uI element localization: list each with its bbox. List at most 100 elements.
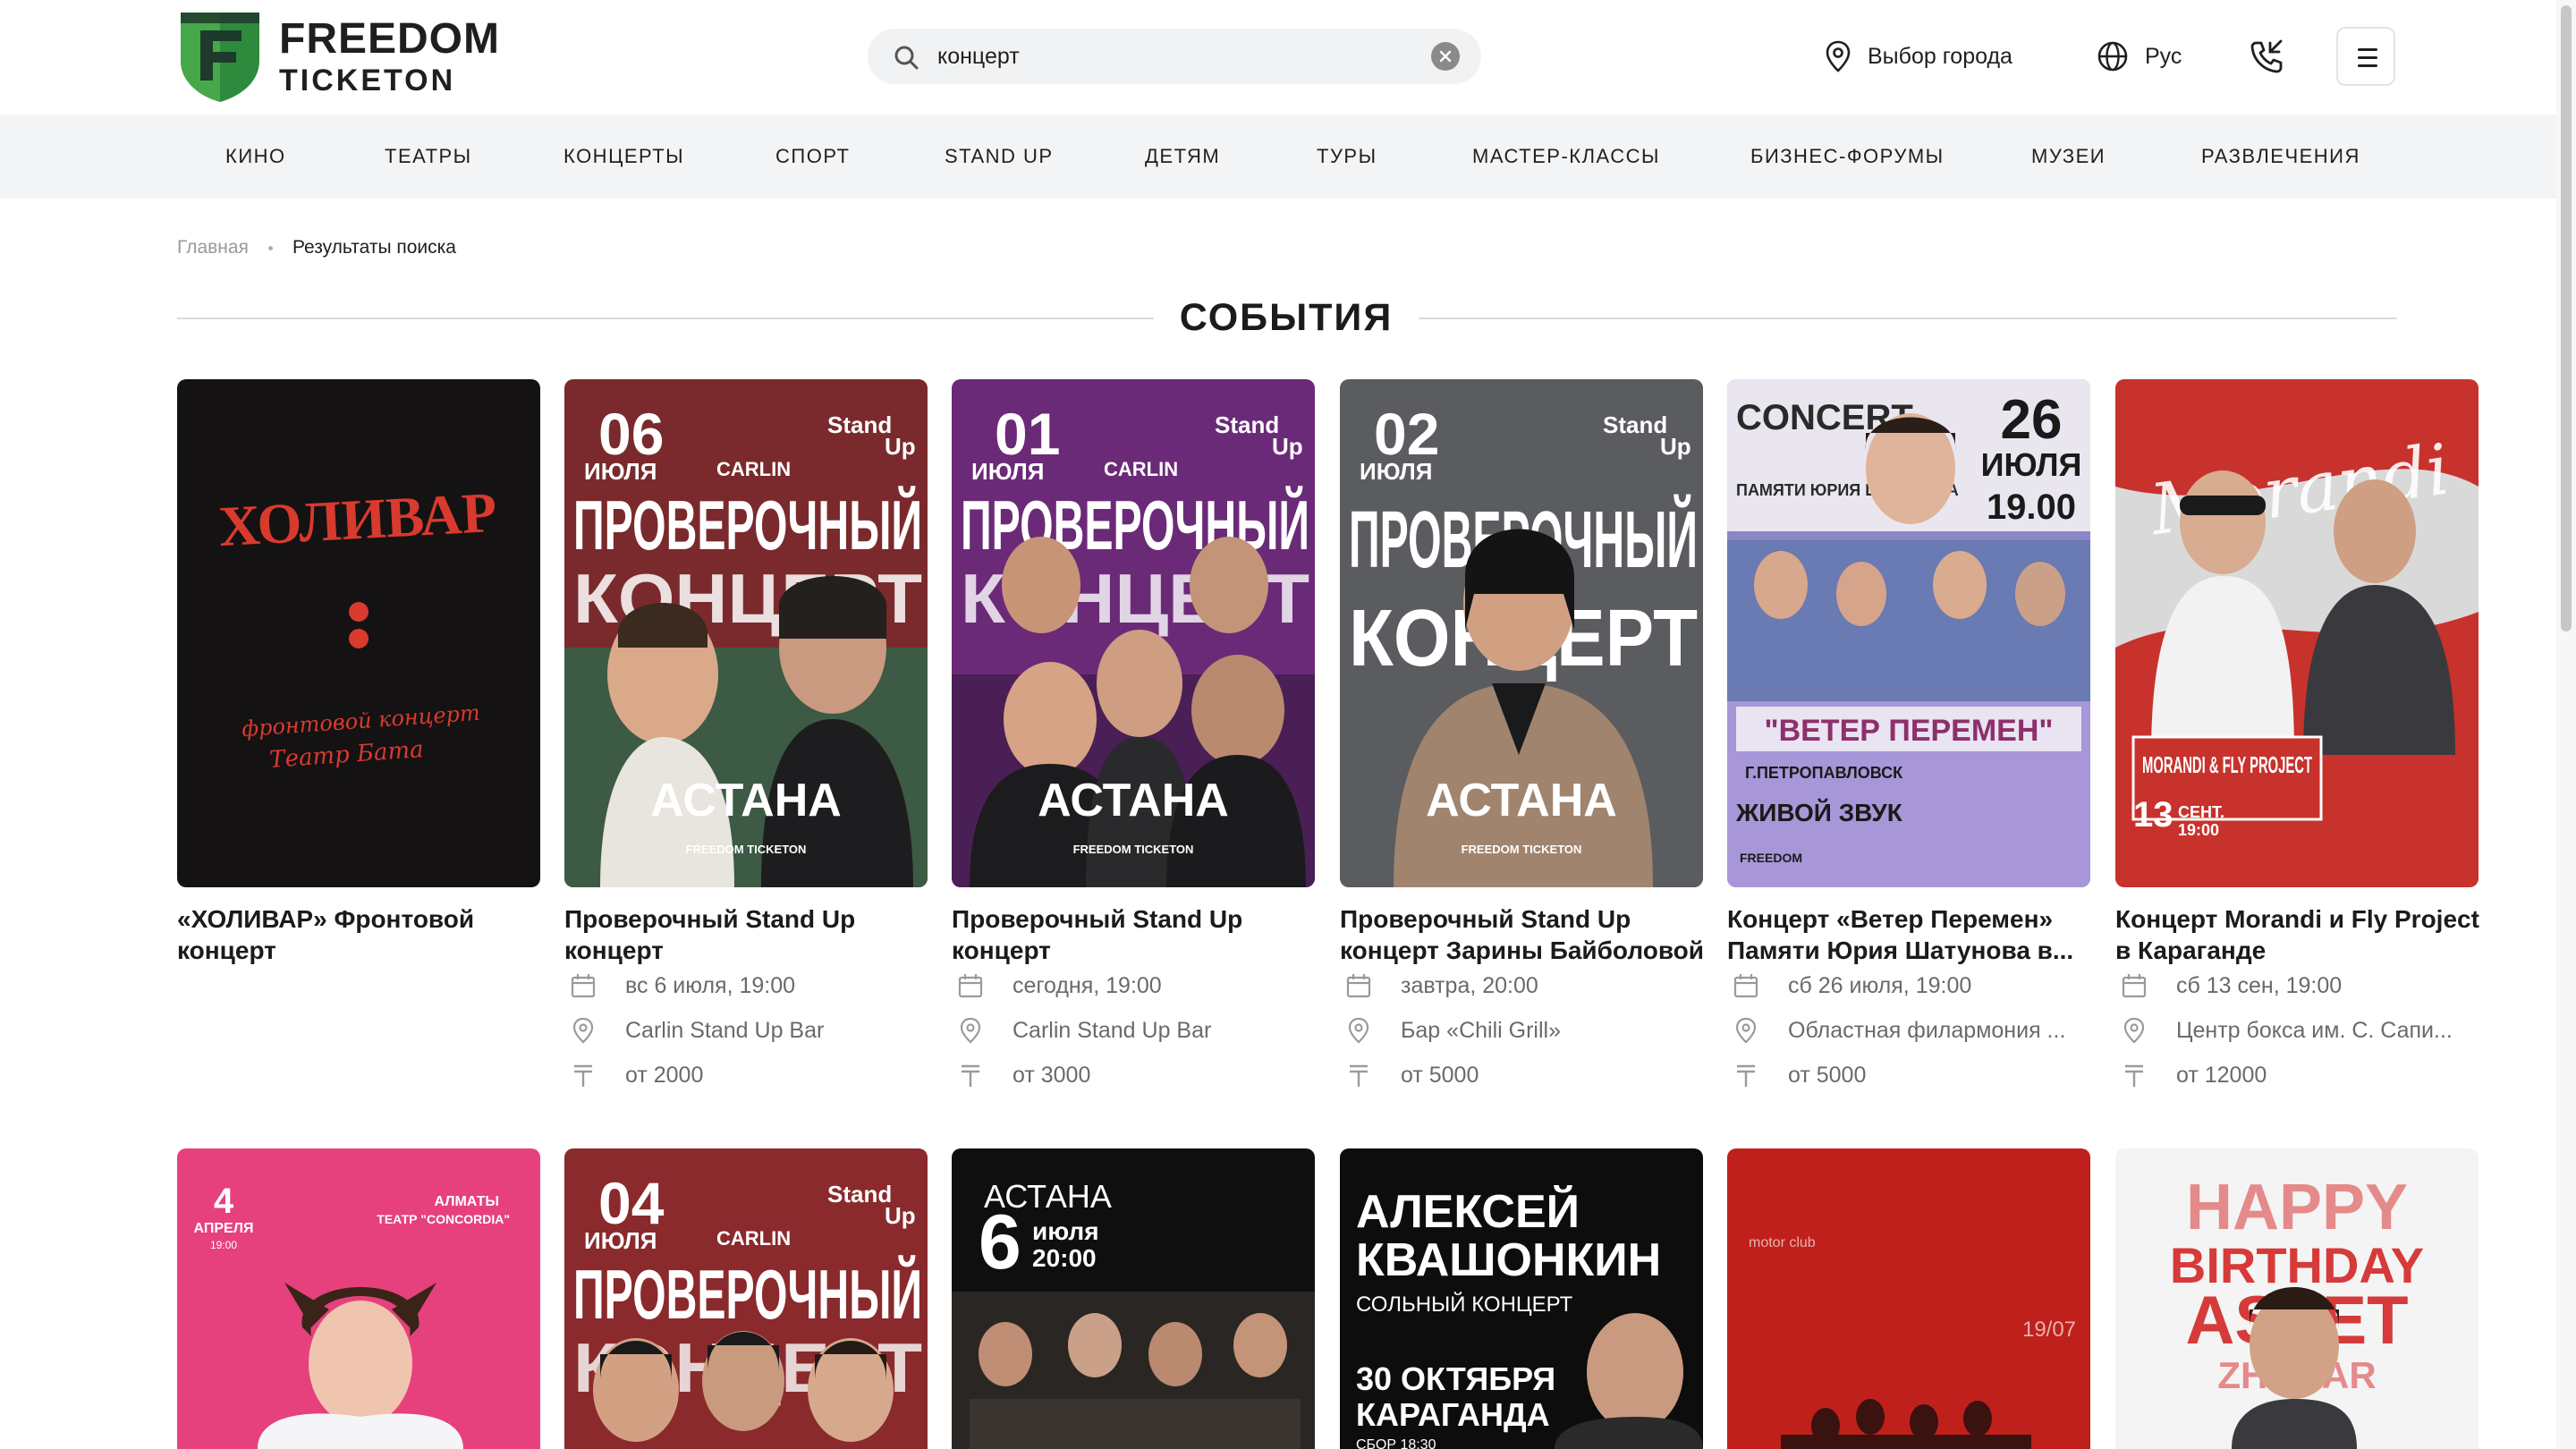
nav-item-tours[interactable]: ТУРЫ <box>1317 114 1377 199</box>
svg-text:Stand: Stand <box>1215 411 1279 438</box>
event-poster[interactable]: 06 ИЮЛЯ CARLIN Stand Up ПРОВЕРОЧНЫЙ КОНЦ… <box>564 379 928 887</box>
event-title[interactable]: Проверочный Stand Up концерт <box>564 903 931 966</box>
event-title[interactable]: Проверочный Stand Up концерт <box>952 903 1318 966</box>
svg-text:ПРОВЕРОЧНЫЙ: ПРОВЕРОЧНЫЙ <box>573 1255 922 1334</box>
search-icon <box>894 46 919 70</box>
event-date-text: вс 6 июля, 19:00 <box>625 972 796 998</box>
event-poster[interactable]: АСТАНА 6 июля 20:00 <box>952 1148 1315 1449</box>
svg-text:CARLIN: CARLIN <box>716 458 791 480</box>
nav-item-entertainment[interactable]: РАЗВЛЕЧЕНИЯ <box>2201 114 2360 199</box>
phone-call-icon[interactable] <box>2249 39 2284 75</box>
nav-item-kids[interactable]: ДЕТЯМ <box>1145 114 1220 199</box>
search-bar[interactable]: концерт <box>868 29 1481 84</box>
section-title: СОБЫТИЯ <box>1179 296 1394 339</box>
poster-day: 06 <box>598 401 664 467</box>
poster-day: 04 <box>598 1170 665 1236</box>
event-poster[interactable]: 04 ИЮЛЯ CARLIN Stand Up ПРОВЕРОЧНЫЙ КОНЦ… <box>564 1148 928 1449</box>
shield-logo-icon <box>181 13 259 102</box>
event-price: от 12000 <box>2115 1059 2482 1091</box>
city-label: Выбор города <box>1868 43 2012 69</box>
event-title[interactable]: Концерт Morandi и Fly Project в Караганд… <box>2115 903 2482 966</box>
event-venue-text: Центр бокса им. С. Сапи... <box>2176 1017 2453 1043</box>
poster-city: Г.ПЕТРОПАВЛОВСК <box>1745 764 1903 782</box>
poster-time: 19:00 <box>210 1239 237 1251</box>
event-date-text: сб 26 июля, 19:00 <box>1788 972 1972 998</box>
search-input[interactable]: концерт <box>937 41 1020 72</box>
city-selector[interactable]: Выбор города <box>1825 38 2012 75</box>
tenge-icon <box>574 1064 592 1087</box>
event-poster[interactable]: 4 АПРЕЛЯ 19:00 АЛМАТЫ ТЕАТР "CONCORDIA" <box>177 1148 540 1449</box>
globe-icon <box>2097 41 2128 72</box>
calendar-icon <box>571 974 596 998</box>
event-price-text: от 3000 <box>1013 1062 1091 1088</box>
poster-month: СЕНТ. <box>2178 803 2224 821</box>
event-price-text: от 5000 <box>1401 1062 1479 1088</box>
event-price: от 5000 <box>1340 1059 1707 1091</box>
scrollbar-thumb[interactable] <box>2561 5 2572 631</box>
event-venue-text: Областная филармония ... <box>1788 1017 2066 1043</box>
event-poster[interactable]: CONCERT ПАМЯТИ ЮРИЯ ШАТУНОВА 26 ИЮЛЯ 19.… <box>1727 379 2090 887</box>
freedom-ticketon-logo[interactable]: FREEDOM TICKETON <box>177 9 499 106</box>
calendar-icon <box>2122 974 2147 998</box>
calendar-icon <box>958 974 983 998</box>
breadcrumb-home-link[interactable]: Главная <box>177 234 249 261</box>
event-poster[interactable]: АЛЕКСЕЙ КВАШОНКИН СОЛЬНЫЙ КОНЦЕРТ 30 ОКТ… <box>1340 1148 1703 1449</box>
event-title[interactable]: Проверочный Stand Up концерт Зарины Байб… <box>1340 903 1707 966</box>
poster-month: ИЮЛЯ <box>584 1227 657 1254</box>
nav-item-kino[interactable]: КИНО <box>225 114 286 199</box>
nav-item-sport[interactable]: СПОРТ <box>775 114 850 199</box>
event-venue-text: Бар «Chili Grill» <box>1401 1017 1561 1043</box>
nav-item-concerts[interactable]: КОНЦЕРТЫ <box>564 114 684 199</box>
svg-text:Up: Up <box>1272 433 1303 460</box>
event-date-text: сегодня, 19:00 <box>1013 972 1162 998</box>
event-poster[interactable]: Morandi MORANDI & FLY PROJECT 13 СЕНТ. 1… <box>2115 379 2479 887</box>
event-poster[interactable]: HAPPY BIRTHDAY ASLET ZHAHAR <box>2115 1148 2479 1449</box>
language-selector[interactable]: Рус <box>2097 38 2182 75</box>
logo-wordmark: FREEDOM TICKETON <box>279 16 500 98</box>
hamburger-menu-button[interactable] <box>2336 27 2395 86</box>
poster-club: motor club <box>1749 1235 1816 1250</box>
svg-text:Stand: Stand <box>1603 411 1667 438</box>
poster-small: СБОР 18:30 <box>1356 1437 1436 1449</box>
event-poster[interactable]: 02 ИЮЛЯ Stand Up ПРОВЕРОЧНЫЙ КОНЦЕРТ АСТ… <box>1340 379 1703 887</box>
nav-item-business-forums[interactable]: БИЗНЕС-ФОРУМЫ <box>1750 114 1945 199</box>
event-venue-text: Carlin Stand Up Bar <box>1013 1017 1212 1043</box>
svg-text:Up: Up <box>885 433 916 460</box>
poster-day: 26 <box>2001 389 2063 451</box>
event-venue: Carlin Stand Up Bar <box>952 1014 1318 1046</box>
event-date: сб 26 июля, 19:00 <box>1727 970 2094 1002</box>
event-title[interactable]: Концерт «Ветер Перемен» Памяти Юрия Шату… <box>1727 903 2094 966</box>
event-venue: Carlin Stand Up Bar <box>564 1014 931 1046</box>
poster-month: АПРЕЛЯ <box>194 1221 254 1236</box>
event-price-text: от 12000 <box>2176 1062 2267 1088</box>
poster-banner: "ВЕТЕР ПЕРЕМЕН" <box>1764 714 2053 748</box>
location-pin-icon <box>960 1017 981 1044</box>
clear-search-icon[interactable] <box>1431 42 1460 71</box>
nav-item-masterclasses[interactable]: МАСТЕР-КЛАССЫ <box>1472 114 1660 199</box>
event-poster[interactable]: motor club 19/07 <box>1727 1148 2090 1449</box>
page-scrollbar[interactable] <box>2556 0 2576 1449</box>
event-venue-text: Carlin Stand Up Bar <box>625 1017 825 1043</box>
poster-day: 01 <box>995 401 1060 467</box>
location-pin-icon <box>2123 1017 2145 1044</box>
nav-item-museums[interactable]: МУЗЕИ <box>2031 114 2106 199</box>
event-poster[interactable]: 01 ИЮЛЯ CARLIN Stand Up ПРОВЕРОЧНЫЙ КОНЦ… <box>952 379 1315 887</box>
poster-sub: СОЛЬНЫЙ КОНЦЕРТ <box>1356 1292 1573 1317</box>
calendar-icon <box>1733 974 1758 998</box>
event-price: от 3000 <box>952 1059 1318 1091</box>
svg-text:Stand: Stand <box>827 1181 892 1208</box>
event-poster[interactable]: ХОЛИВАР фронтовой концерт Театр Бата <box>177 379 540 887</box>
event-date-text: завтра, 20:00 <box>1401 972 1538 998</box>
poster-city: АСТАНА <box>1426 775 1617 826</box>
svg-text:CARLIN: CARLIN <box>716 1227 791 1250</box>
svg-text:ПРОВЕРОЧНЫЙ: ПРОВЕРОЧНЫЙ <box>573 486 922 564</box>
poster-month: ИЮЛЯ <box>584 458 657 485</box>
event-title[interactable]: «ХОЛИВАР» Фронтовой концерт <box>177 903 544 966</box>
poster-city: АЛМАТЫ <box>435 1194 500 1209</box>
nav-item-theatres[interactable]: ТЕАТРЫ <box>385 114 472 199</box>
event-price-text: от 5000 <box>1788 1062 1867 1088</box>
nav-item-standup[interactable]: STAND UP <box>945 114 1054 199</box>
breadcrumb-separator <box>267 245 273 250</box>
poster-time: 19:00 <box>2178 821 2219 839</box>
poster-line1: АЛЕКСЕЙ <box>1356 1185 1580 1238</box>
